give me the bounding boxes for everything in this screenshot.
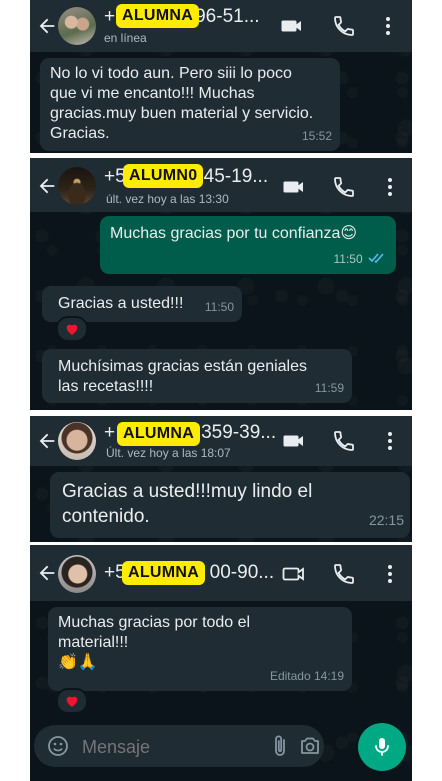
message-time: 11:50 <box>204 300 234 314</box>
avatar[interactable] <box>58 167 96 205</box>
avatar[interactable] <box>58 422 96 460</box>
arrow-left-icon[interactable] <box>36 15 58 37</box>
message-time: 11:59 <box>314 381 344 395</box>
more-vert-icon[interactable] <box>378 562 402 586</box>
message-time: 11:50 <box>334 249 386 269</box>
phone-icon[interactable] <box>332 175 356 199</box>
phone-icon[interactable] <box>332 14 356 38</box>
arrow-left-icon[interactable] <box>36 562 58 584</box>
message-bubble[interactable]: No lo vi todo aun. Pero siii lo poco que… <box>40 58 340 151</box>
heart-icon <box>64 321 80 337</box>
video-call-icon[interactable] <box>282 175 306 199</box>
message-text: Muchas gracias por tu confianza😊 <box>110 225 358 242</box>
message-text: Gracias a usted!!!muy lindo el contenido… <box>62 481 313 527</box>
chat-header: +96-51... ALUMNA en línea <box>30 0 412 52</box>
sticker-icon[interactable] <box>46 734 70 758</box>
chat-header: +5 45-19... ALUMN0 últ. vez hoy a las 13:… <box>30 158 412 212</box>
camera-icon[interactable] <box>298 734 322 758</box>
chat-header: +5 00-90... ALUMNA <box>30 545 412 601</box>
chat-panel-3: +359-39... ALUMNA Últ. vez hoy a las 18:… <box>30 416 412 542</box>
alumna-badge: ALUMNA <box>116 4 200 28</box>
alumna-badge: ALUMNA <box>117 422 201 446</box>
chat-panel-2: +5 45-19... ALUMN0 últ. vez hoy a las 13:… <box>30 158 412 410</box>
message-time: 22:15 <box>368 512 404 528</box>
paperclip-icon[interactable] <box>270 734 292 758</box>
avatar[interactable] <box>58 7 96 45</box>
message-time: 15:52 <box>301 129 332 143</box>
contact-status: en línea <box>104 31 147 45</box>
alumno-badge: ALUMN0 <box>123 164 204 188</box>
heart-icon <box>64 693 80 709</box>
contact-status: últ. vez hoy a las 13:30 <box>106 192 229 206</box>
more-vert-icon[interactable] <box>378 175 402 199</box>
chat-panel-1: +96-51... ALUMNA en línea No lo vi todo … <box>30 0 412 153</box>
message-bubble[interactable]: Muchísimas gracias están geniales las re… <box>42 349 352 403</box>
avatar[interactable] <box>58 555 96 593</box>
arrow-left-icon[interactable] <box>36 175 58 197</box>
contact-status: Últ. vez hoy a las 18:07 <box>106 446 231 460</box>
mic-button[interactable] <box>358 723 406 771</box>
message-text: Muchísimas gracias están geniales las re… <box>58 358 308 395</box>
more-vert-icon[interactable] <box>378 429 402 453</box>
microphone-icon <box>375 738 389 756</box>
arrow-left-icon[interactable] <box>36 430 58 452</box>
message-time: Editado 14:19 <box>269 669 344 683</box>
video-call-icon[interactable] <box>282 562 306 586</box>
message-bubble[interactable]: Muchas gracias por todo el material!!! 👏… <box>48 607 352 691</box>
chat-panel-4: +5 00-90... ALUMNA Muchas gracias por tod… <box>30 545 412 781</box>
phone-icon[interactable] <box>332 562 356 586</box>
phone-icon[interactable] <box>332 429 356 453</box>
message-bubble[interactable]: Gracias a usted!!!muy lindo el contenido… <box>50 472 410 538</box>
alumna-badge: ALUMNA <box>122 561 206 585</box>
video-call-icon[interactable] <box>282 429 306 453</box>
message-bubble-outgoing[interactable]: Muchas gracias por tu confianza😊 11:50 <box>100 216 396 274</box>
more-vert-icon[interactable] <box>376 14 400 38</box>
message-input-bar[interactable] <box>34 725 324 767</box>
read-ticks-icon <box>368 253 384 264</box>
reaction-badge[interactable] <box>56 316 88 342</box>
reaction-badge[interactable] <box>56 688 88 714</box>
message-text: No lo vi todo aun. Pero siii lo poco que… <box>50 65 314 142</box>
message-input[interactable] <box>80 733 244 761</box>
video-call-icon[interactable] <box>280 14 304 38</box>
chat-header: +359-39... ALUMNA Últ. vez hoy a las 18:… <box>30 416 412 466</box>
